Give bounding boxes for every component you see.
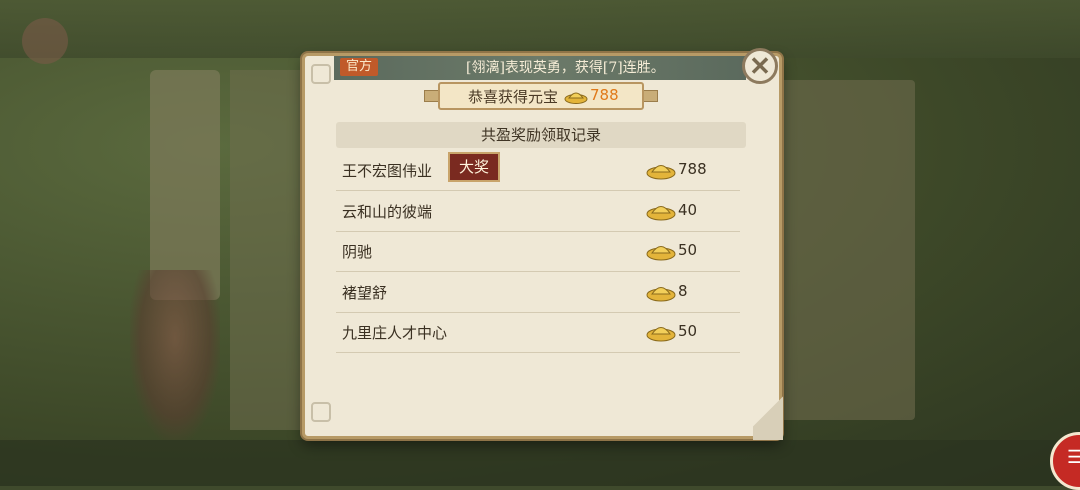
record-row: 九里庄人才中心 50	[336, 312, 740, 353]
character-figure-dimmed	[130, 270, 220, 440]
broadcast-message: [翎漓]表现英勇，获得[7]连胜。	[466, 60, 665, 76]
corner-ornament	[311, 64, 331, 84]
record-row: 褚望舒 8	[336, 272, 740, 313]
player-name: 褚望舒	[342, 284, 388, 302]
reward-amount: 40	[678, 201, 698, 219]
reward-banner: 恭喜获得元宝 788	[424, 82, 658, 110]
grand-prize-badge: 大奖	[448, 152, 500, 182]
close-button[interactable]: ✕	[742, 48, 778, 84]
record-row: 王不宏图伟业 大奖 788	[336, 150, 740, 191]
player-name: 九里庄人才中心	[342, 324, 448, 342]
player-name: 王不宏图伟业	[342, 162, 433, 180]
reward-amount: 50	[678, 322, 698, 340]
gold-ingot-icon	[646, 165, 676, 180]
reward-amount: 788	[678, 160, 707, 178]
close-icon: ✕	[749, 52, 771, 82]
menu-icon: ☰	[1067, 447, 1080, 468]
left-list-panel-dimmed	[230, 70, 300, 430]
left-scroll-panel-dimmed	[150, 70, 220, 300]
record-row: 云和山的彼端 40	[336, 191, 740, 232]
player-avatar-dimmed	[22, 18, 68, 64]
banner-title: 恭喜获得元宝	[468, 88, 559, 106]
record-list-heading: 共盈奖励领取记录	[336, 122, 746, 148]
banner-amount: 788	[590, 86, 619, 104]
official-tag: 官方	[340, 58, 379, 76]
gold-ingot-icon	[646, 287, 676, 302]
player-name: 阴驰	[342, 243, 373, 261]
player-name: 云和山的彼端	[342, 203, 433, 221]
gold-ingot-icon	[564, 92, 588, 104]
gold-ingot-icon	[646, 206, 676, 221]
broadcast-ticker: 官方 [翎漓]表现英勇，获得[7]连胜。	[334, 56, 746, 80]
right-panel-dimmed	[780, 80, 915, 420]
corner-ornament	[311, 402, 331, 422]
bottom-bar-dimmed	[0, 440, 1080, 486]
reward-amount: 8	[678, 282, 688, 300]
top-bar-dimmed	[0, 0, 1080, 58]
reward-amount: 50	[678, 241, 698, 259]
record-row: 阴驰 50	[336, 231, 740, 272]
gold-ingot-icon	[646, 327, 676, 342]
gold-ingot-icon	[646, 246, 676, 261]
